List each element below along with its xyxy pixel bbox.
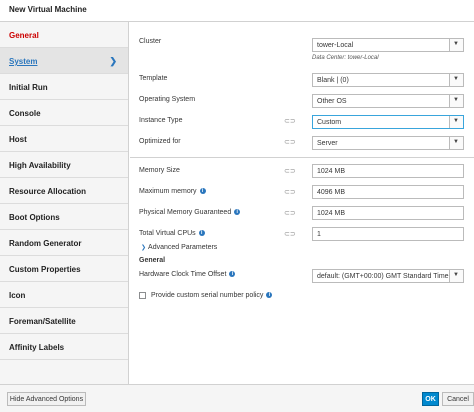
sidebar-item-label: High Availability xyxy=(9,161,71,170)
advanced-parameters-toggle[interactable]: ❯ Advanced Parameters xyxy=(141,244,217,251)
ok-button[interactable]: OK xyxy=(422,392,439,406)
sidebar-item-custom-properties[interactable]: Custom Properties xyxy=(0,256,128,282)
total-vcpus-label: Total Virtual CPUs i xyxy=(139,230,205,237)
template-value: Blank | (0) xyxy=(317,77,349,84)
serial-policy-label: Provide custom serial number policy i xyxy=(151,292,273,299)
clock-offset-value: default: (GMT+00:00) GMT Standard Time xyxy=(317,273,449,280)
hide-advanced-options-button[interactable]: Hide Advanced Options xyxy=(7,392,86,406)
sidebar-item-label: General xyxy=(9,31,39,40)
clock-offset-select[interactable]: default: (GMT+00:00) GMT Standard Time ▼ xyxy=(312,269,464,283)
instance-type-select[interactable]: Custom ▼ xyxy=(312,115,464,129)
sidebar-item-label: Foreman/Satellite xyxy=(9,317,76,326)
cancel-button[interactable]: Cancel xyxy=(442,392,474,406)
optimized-for-value: Server xyxy=(317,140,338,147)
sidebar-item-label: System xyxy=(9,57,38,66)
dialog-footer: Hide Advanced Options OK Cancel xyxy=(0,384,474,412)
sidebar-item-foreman-satellite[interactable]: Foreman/Satellite xyxy=(0,308,128,334)
link-icon: ⊂⊃ xyxy=(284,168,296,175)
chevron-down-icon: ▼ xyxy=(453,139,459,145)
sidebar-item-label: Icon xyxy=(9,291,26,300)
link-icon: ⊂⊃ xyxy=(284,231,296,238)
sidebar-item-initial-run[interactable]: Initial Run xyxy=(0,74,128,100)
serial-policy-checkbox[interactable] xyxy=(139,292,146,299)
sidebar-item-label: Custom Properties xyxy=(9,265,81,274)
cluster-select[interactable]: tower-Local ▼ xyxy=(312,38,464,52)
maximum-memory-value: 4096 MB xyxy=(317,189,346,196)
sidebar-item-label: Console xyxy=(9,109,41,118)
sidebar: General System ❯ Initial Run Console Host… xyxy=(0,22,129,384)
chevron-down-icon: ▼ xyxy=(453,272,459,278)
sidebar-item-label: Random Generator xyxy=(9,239,82,248)
physical-memory-text: Physical Memory Guaranteed xyxy=(139,209,232,216)
memory-size-label: Memory Size xyxy=(139,167,180,174)
sidebar-item-resource-allocation[interactable]: Resource Allocation xyxy=(0,178,128,204)
sidebar-item-system[interactable]: System ❯ xyxy=(0,48,128,74)
sidebar-item-high-availability[interactable]: High Availability xyxy=(0,152,128,178)
clock-offset-label: Hardware Clock Time Offset i xyxy=(139,271,236,278)
info-icon[interactable]: i xyxy=(229,271,236,278)
instance-type-label: Instance Type xyxy=(139,117,183,124)
sidebar-item-general[interactable]: General xyxy=(0,22,128,48)
advanced-parameters-label: Advanced Parameters xyxy=(148,244,218,251)
chevron-right-icon: ❯ xyxy=(109,56,117,66)
sidebar-item-host[interactable]: Host xyxy=(0,126,128,152)
template-label: Template xyxy=(139,75,168,82)
sidebar-item-label: Host xyxy=(9,135,27,144)
dialog-titlebar: New Virtual Machine xyxy=(0,0,474,22)
sidebar-item-label: Initial Run xyxy=(9,83,48,92)
physical-memory-label: Physical Memory Guaranteed i xyxy=(139,209,241,216)
chevron-down-icon: ▼ xyxy=(453,97,459,103)
cluster-label: Cluster xyxy=(139,38,162,45)
data-center-note: Data Center: tower-Local xyxy=(312,55,379,61)
total-vcpus-input[interactable]: 1 xyxy=(312,227,464,241)
info-icon[interactable]: i xyxy=(234,209,241,216)
operating-system-select[interactable]: Other OS ▼ xyxy=(312,94,464,108)
link-icon: ⊂⊃ xyxy=(284,118,296,125)
info-icon[interactable]: i xyxy=(266,292,273,299)
optimized-for-label: Optimized for xyxy=(139,138,181,145)
cluster-value: tower-Local xyxy=(317,42,354,49)
link-icon: ⊂⊃ xyxy=(284,189,296,196)
template-select[interactable]: Blank | (0) ▼ xyxy=(312,73,464,87)
total-vcpus-text: Total Virtual CPUs xyxy=(139,230,196,237)
total-vcpus-value: 1 xyxy=(317,231,321,238)
section-divider xyxy=(130,157,474,158)
sidebar-item-random-generator[interactable]: Random Generator xyxy=(0,230,128,256)
dialog-title: New Virtual Machine xyxy=(9,5,87,14)
maximum-memory-label: Maximum memory i xyxy=(139,188,206,195)
chevron-down-icon: ▼ xyxy=(453,41,459,47)
link-icon: ⊂⊃ xyxy=(284,210,296,217)
operating-system-label: Operating System xyxy=(139,96,196,103)
sidebar-item-label: Boot Options xyxy=(9,213,60,222)
instance-type-value: Custom xyxy=(317,119,342,126)
clock-offset-text: Hardware Clock Time Offset xyxy=(139,271,227,278)
memory-size-value: 1024 MB xyxy=(317,168,346,175)
sidebar-item-label: Resource Allocation xyxy=(9,187,87,196)
sidebar-item-icon[interactable]: Icon xyxy=(0,282,128,308)
chevron-down-icon: ▼ xyxy=(453,118,459,124)
sidebar-item-affinity-labels[interactable]: Affinity Labels xyxy=(0,334,128,360)
chevron-down-icon: ▼ xyxy=(453,76,459,82)
memory-size-input[interactable]: 1024 MB xyxy=(312,164,464,178)
link-icon: ⊂⊃ xyxy=(284,139,296,146)
serial-policy-text: Provide custom serial number policy xyxy=(151,292,264,299)
info-icon[interactable]: i xyxy=(198,230,205,237)
general-section-heading: General xyxy=(139,257,166,264)
info-icon[interactable]: i xyxy=(199,188,206,195)
sidebar-item-label: Affinity Labels xyxy=(9,343,65,352)
operating-system-value: Other OS xyxy=(317,98,347,105)
physical-memory-value: 1024 MB xyxy=(317,210,346,217)
maximum-memory-input[interactable]: 4096 MB xyxy=(312,185,464,199)
sidebar-item-console[interactable]: Console xyxy=(0,100,128,126)
sidebar-item-boot-options[interactable]: Boot Options xyxy=(0,204,128,230)
physical-memory-input[interactable]: 1024 MB xyxy=(312,206,464,220)
chevron-right-icon: ❯ xyxy=(141,245,147,251)
maximum-memory-text: Maximum memory xyxy=(139,188,197,195)
system-tab-content: Cluster tower-Local ▼ Data Center: tower… xyxy=(130,22,474,384)
optimized-for-select[interactable]: Server ▼ xyxy=(312,136,464,150)
